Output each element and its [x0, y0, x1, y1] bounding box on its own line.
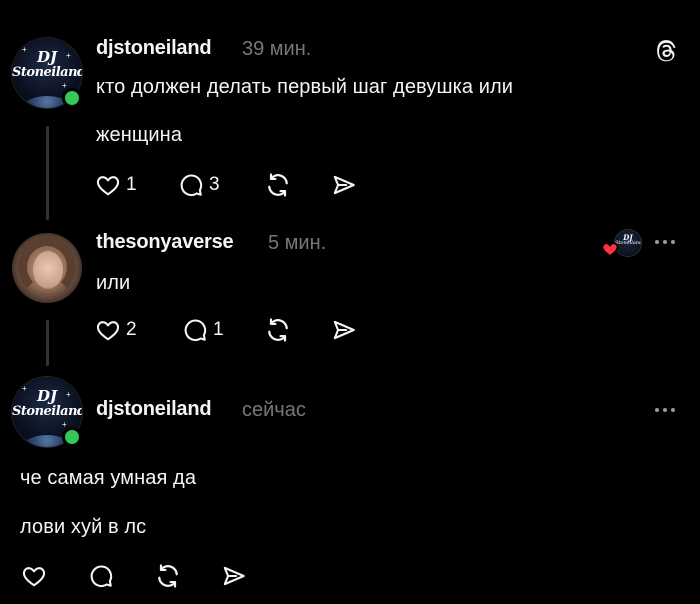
- post-author[interactable]: thesonyaverse: [96, 231, 234, 254]
- like-count: 2: [126, 319, 137, 340]
- post-author[interactable]: djstoneiland: [96, 398, 212, 421]
- avatar-logo-text: DJ: [36, 48, 58, 66]
- post-text-line: лови хуй в лс: [20, 516, 147, 538]
- comment-icon: [180, 174, 203, 197]
- post-text-line: че самая умная да: [20, 467, 197, 489]
- repost-icon[interactable]: [154, 562, 182, 590]
- post-timestamp: сейчас: [242, 399, 306, 421]
- send-icon[interactable]: [331, 317, 357, 343]
- online-status-dot: [62, 427, 82, 447]
- heart-icon[interactable]: [21, 563, 47, 589]
- reply-count: 1: [213, 319, 224, 340]
- like-button[interactable]: 1: [95, 172, 137, 198]
- send-icon[interactable]: [221, 563, 247, 589]
- post-timestamp: 39 мин.: [242, 38, 312, 60]
- comment-icon[interactable]: [88, 563, 114, 589]
- send-icon[interactable]: [331, 172, 357, 198]
- like-count: 1: [126, 174, 137, 195]
- reply-button[interactable]: 1: [182, 317, 224, 343]
- threads-logo-icon[interactable]: [653, 38, 679, 64]
- comment-icon: [184, 319, 207, 342]
- more-options-button[interactable]: [655, 408, 675, 412]
- post-text-line: кто должен делать первый шаг девушка или: [96, 76, 514, 98]
- thread-connector: [46, 126, 49, 220]
- heart-icon: [96, 176, 120, 196]
- repost-icon[interactable]: [264, 316, 292, 344]
- reply-count: 3: [209, 174, 220, 195]
- reply-button[interactable]: 3: [178, 172, 220, 198]
- avatar-logo-text: Stoneiland: [12, 65, 82, 80]
- post-timestamp: 5 мин.: [268, 232, 327, 254]
- avatar-logo-text: DJ: [36, 387, 58, 405]
- avatar-logo-text: Stoneiland: [12, 404, 82, 419]
- post-text-line: женщина: [96, 124, 183, 146]
- like-button[interactable]: 2: [95, 317, 137, 343]
- avatar-photo-face: [33, 251, 63, 289]
- repost-icon[interactable]: [264, 171, 292, 199]
- avatar-thesonyaverse[interactable]: [12, 233, 82, 303]
- liked-heart-icon: [601, 242, 619, 257]
- post-text-line: или: [96, 272, 131, 294]
- online-status-dot: [62, 88, 82, 108]
- post-author[interactable]: djstoneiland: [96, 37, 212, 60]
- more-options-button[interactable]: [655, 240, 675, 244]
- thread-connector: [46, 320, 49, 366]
- heart-icon: [96, 321, 120, 341]
